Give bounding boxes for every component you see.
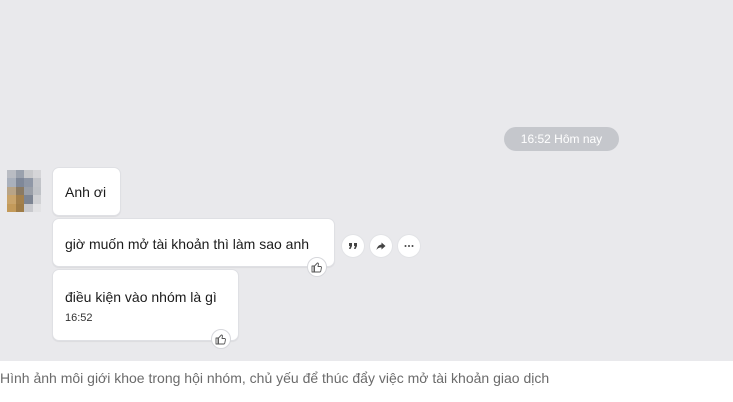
message-bubble[interactable]: giờ muốn mở tài khoản thì làm sao anh (52, 218, 335, 267)
message-bubble[interactable]: điều kiện vào nhóm là gì 16:52 (52, 269, 239, 341)
message-text: Anh ơi (65, 184, 107, 200)
thumbs-up-icon[interactable] (307, 257, 327, 277)
message-text: giờ muốn mở tài khoản thì làm sao anh (65, 236, 310, 252)
more-icon[interactable] (398, 235, 420, 257)
quote-icon[interactable] (342, 235, 364, 257)
message-text: điều kiện vào nhóm là gì (65, 289, 217, 305)
share-icon[interactable] (370, 235, 392, 257)
chat-panel: 16:52 Hôm nay Anh ơi giờ muốn mở tài kho… (0, 0, 733, 361)
message-time: 16:52 (65, 312, 93, 324)
sender-avatar[interactable] (7, 170, 41, 212)
thumbs-up-icon[interactable] (211, 329, 231, 349)
image-caption: Hình ảnh môi giới khoe trong hội nhóm, c… (0, 370, 550, 386)
message-bubble[interactable]: Anh ơi (52, 167, 121, 216)
date-time-pill: 16:52 Hôm nay (504, 127, 619, 151)
